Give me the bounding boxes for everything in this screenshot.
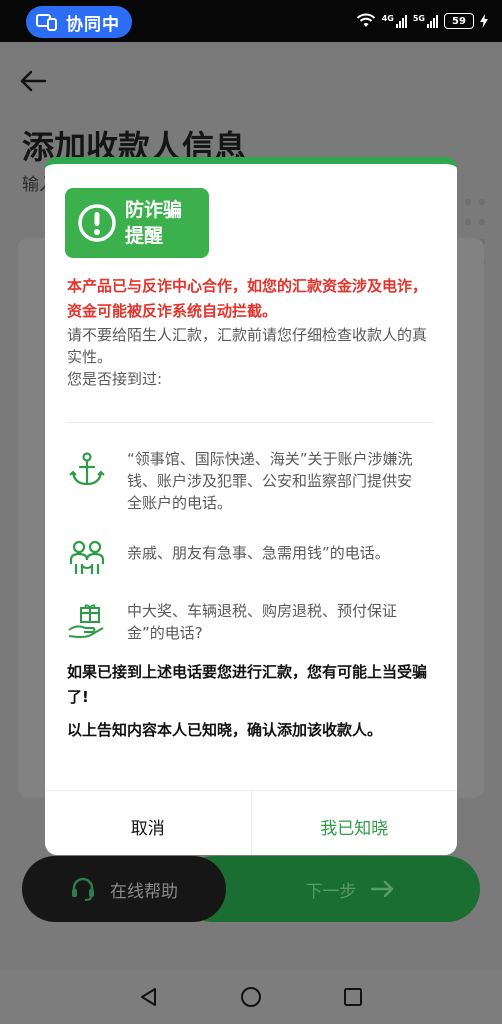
nav-home-icon[interactable]: [240, 986, 262, 1008]
fraud-warning-text: 本产品已与反诈中心合作，如您的汇款资金涉及电诈，资金可能被反诈系统自动拦截。: [67, 277, 428, 320]
exclamation-circle-icon: [78, 204, 116, 242]
gift-hand-icon: [68, 604, 104, 638]
scam-item-text: 中大奖、车辆退税、购房退税、预付保证金”的电话?: [127, 602, 398, 642]
back-arrow-icon[interactable]: [18, 66, 48, 96]
intro-text: 请不要给陌生人汇款，汇款前请您仔细检查收款人的真实性。: [67, 326, 428, 366]
scam-item-relatives: 亲戚、朋友有急事、急需用钱”的电话。: [67, 536, 433, 578]
system-navigation-bar: [0, 970, 502, 1024]
wifi-icon: [356, 13, 375, 27]
cancel-button[interactable]: 取消: [45, 791, 252, 855]
signal-5g-icon: 5G: [413, 14, 438, 28]
scam-item-text: 亲戚、朋友有急事、急需用钱”的电话。: [127, 544, 390, 562]
network-4g-label: 4G: [381, 14, 394, 23]
devices-icon: [36, 14, 57, 31]
battery-level: 59: [452, 15, 466, 27]
online-help-label: 在线帮助: [110, 881, 178, 902]
network-5g-label: 5G: [412, 14, 425, 23]
badge-label: 防诈骗提醒: [125, 199, 183, 247]
nav-recents-icon[interactable]: [342, 986, 364, 1008]
scam-item-embassy: “领事馆、国际快递、海关”关于账户涉嫌洗钱、账户涉及犯罪、公安和监察部门提供安全…: [67, 448, 433, 514]
status-icons: 4G 5G 59: [356, 10, 488, 32]
question-text: 您是否接到过:: [67, 370, 163, 388]
headset-icon: [72, 877, 94, 901]
anchor-icon: [69, 452, 105, 486]
family-icon: [69, 540, 105, 574]
charging-bolt-icon: [480, 14, 488, 28]
next-step-label: 下一步: [305, 881, 357, 902]
battery-indicator: 59: [444, 13, 474, 29]
acknowledge-text: 以上告知内容本人已知晓，确认添加该收款人。: [67, 721, 383, 739]
scam-item-prize: 中大奖、车辆退税、购房退税、预付保证金”的电话?: [67, 600, 433, 644]
arrow-right-icon: [370, 880, 393, 898]
collaboration-pill[interactable]: 协同中: [26, 6, 132, 38]
collaboration-label: 协同中: [66, 14, 120, 35]
dialog-footer: 取消 我已知晓: [45, 790, 457, 855]
status-bar: 协同中 4G 5G 59: [0, 0, 502, 42]
caution-text: 如果已接到上述电话要您进行汇款，您有可能上当受骗了!: [67, 663, 428, 706]
divider: [67, 422, 433, 423]
anti-fraud-dialog: 防诈骗提醒 本产品已与反诈中心合作，如您的汇款资金涉及电诈，资金可能被反诈系统自…: [45, 157, 457, 855]
scam-item-text: “领事馆、国际快递、海关”关于账户涉嫌洗钱、账户涉及犯罪、公安和监察部门提供安全…: [127, 450, 413, 512]
signal-4g-icon: 4G: [382, 14, 407, 28]
online-help-button[interactable]: 在线帮助: [22, 856, 226, 922]
anti-fraud-badge: 防诈骗提醒: [65, 188, 209, 258]
acknowledge-button[interactable]: 我已知晓: [252, 791, 458, 855]
nav-back-icon[interactable]: [138, 986, 160, 1008]
